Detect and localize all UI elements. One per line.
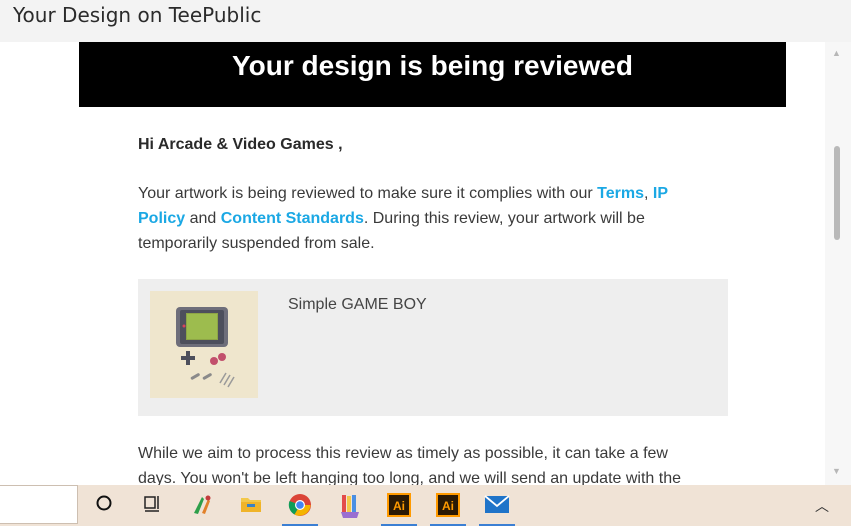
greeting: Hi Arcade & Video Games , (138, 136, 343, 153)
window-title: Your Design on TeePublic (13, 3, 262, 27)
design-name[interactable]: Simple GAME BOY (288, 296, 427, 314)
mail-icon[interactable] (479, 489, 515, 526)
terms-link[interactable]: Terms (597, 185, 644, 202)
cortana-icon[interactable] (86, 489, 122, 522)
design-thumbnail[interactable] (150, 291, 258, 398)
paint-app-icon[interactable] (184, 489, 220, 522)
para-text: and (185, 210, 221, 227)
para-separator: , (644, 185, 653, 202)
illustrator-icon-2[interactable]: Ai (430, 489, 466, 526)
task-view-icon[interactable] (134, 489, 170, 522)
game-boy-image (176, 307, 235, 388)
illustrator-icon[interactable]: Ai (381, 489, 417, 526)
banner-heading: Your design is being reviewed (232, 50, 633, 81)
vertical-scrollbar[interactable]: ▲ ▼ (825, 42, 851, 485)
chrome-icon[interactable] (282, 489, 318, 526)
followup-paragraph: While we aim to process this review as t… (138, 445, 681, 485)
scroll-down-icon[interactable]: ▼ (832, 466, 841, 476)
scroll-up-icon[interactable]: ▲ (832, 48, 841, 58)
tray-chevron-up-icon[interactable]: ︿ (815, 496, 829, 516)
para-text: Your artwork is being reviewed to make s… (138, 185, 598, 202)
taskbar: Ai Ai ︿ (0, 485, 851, 526)
design-card: Simple GAME BOY (138, 279, 728, 416)
scrollbar-thumb[interactable] (834, 146, 840, 240)
illustrator-label-2: Ai (442, 499, 454, 513)
taskbar-search-box[interactable] (0, 485, 78, 524)
review-paragraph: Your artwork is being reviewed to make s… (138, 181, 708, 256)
email-banner: Your design is being reviewed (79, 42, 786, 107)
illustrator-label: Ai (393, 499, 405, 513)
email-content: Your design is being reviewed Hi Arcade … (0, 42, 821, 485)
title-bar: Your Design on TeePublic (0, 0, 851, 42)
file-explorer-icon[interactable] (233, 489, 269, 522)
content-standards-link[interactable]: Content Standards (221, 210, 364, 227)
pencils-app-icon[interactable] (332, 489, 368, 522)
